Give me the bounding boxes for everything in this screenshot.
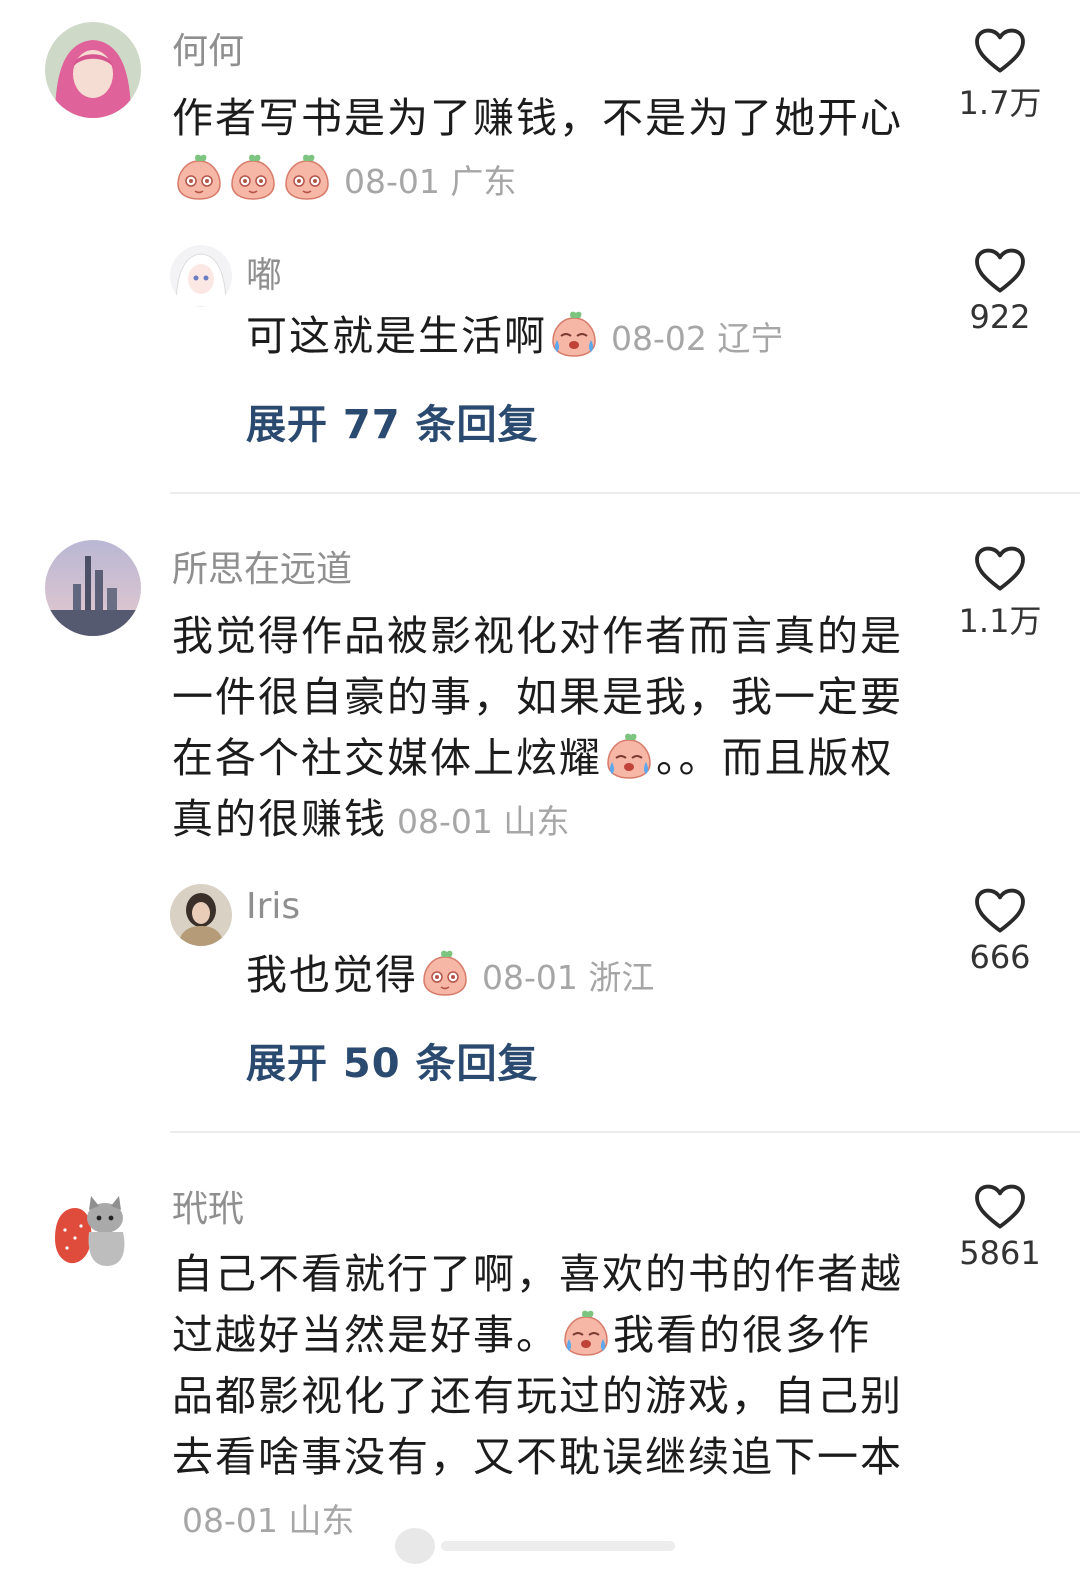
divider [170, 1131, 1080, 1133]
heart-outline-icon [974, 888, 1026, 934]
comment-text: 我觉得作品被影视化对作者而言真的是一件很自豪的事，如果是我，我一定要在各个社交媒… [172, 606, 912, 852]
heart-outline-icon [974, 248, 1026, 294]
reply-username[interactable]: Iris [246, 886, 300, 927]
expand-replies-link[interactable]: 展开 77 条回复 [246, 392, 539, 450]
peach-cry-emoji-icon [604, 730, 654, 780]
expand-replies-link[interactable]: 展开 50 条回复 [246, 1031, 539, 1089]
avatar[interactable] [45, 22, 141, 118]
reply-text: 我也觉得 08-01 浙江 [246, 945, 926, 1008]
reply-meta: 08-01 浙江 [482, 958, 655, 997]
reply-username[interactable]: 嘟 [246, 246, 282, 298]
heart-outline-icon [974, 28, 1026, 74]
peach-cry-emoji-icon [561, 1307, 611, 1357]
like-count: 1.7万 [958, 84, 1042, 122]
reply-body: 可这就是生活啊 [246, 312, 547, 360]
watermark [395, 1526, 675, 1566]
comment-username[interactable]: 所思在远道 [172, 540, 352, 592]
peach-emoji-icon [549, 308, 599, 358]
like-count: 5861 [959, 1234, 1041, 1272]
like-count: 922 [969, 298, 1031, 336]
comment-text: 作者写书是为了赚钱，不是为了她开心 08-01 广东 [172, 88, 912, 212]
comment-meta: 08-01 山东 [397, 802, 570, 841]
comment-text: 自己不看就行了啊，喜欢的书的作者越过越好当然是好事。 我看的很多作品都影视化了还有… [172, 1244, 912, 1551]
comment-username[interactable]: 玳玳 [172, 1180, 244, 1232]
avatar[interactable] [170, 884, 232, 946]
reply-body: 我也觉得 [246, 951, 418, 999]
comment-body: 作者写书是为了赚钱，不是为了她开心 [172, 94, 903, 142]
like-count: 1.1万 [958, 602, 1042, 640]
peach-emoji-icon [174, 151, 224, 201]
peach-emoji-icon [420, 947, 470, 997]
heart-outline-icon [974, 546, 1026, 592]
peach-emoji-icon [282, 151, 332, 201]
reply-text: 可这就是生活啊 08-02 辽宁 [246, 306, 926, 369]
like-button[interactable]: 1.7万 [950, 28, 1050, 124]
comment-meta: 08-01 广东 [344, 162, 517, 201]
comment-meta: 08-01 山东 [182, 1501, 355, 1540]
like-button[interactable]: 5861 [950, 1184, 1050, 1272]
like-button[interactable]: 922 [950, 248, 1050, 336]
reply-meta: 08-02 辽宁 [611, 319, 784, 358]
peach-emoji-icon [228, 151, 278, 201]
avatar[interactable] [45, 1178, 141, 1274]
avatar[interactable] [45, 540, 141, 636]
like-count: 666 [969, 938, 1031, 976]
like-button[interactable]: 666 [950, 888, 1050, 976]
heart-outline-icon [974, 1184, 1026, 1230]
comment-username[interactable]: 何何 [172, 22, 244, 74]
divider [170, 492, 1080, 494]
like-button[interactable]: 1.1万 [950, 546, 1050, 642]
avatar[interactable] [170, 245, 232, 307]
